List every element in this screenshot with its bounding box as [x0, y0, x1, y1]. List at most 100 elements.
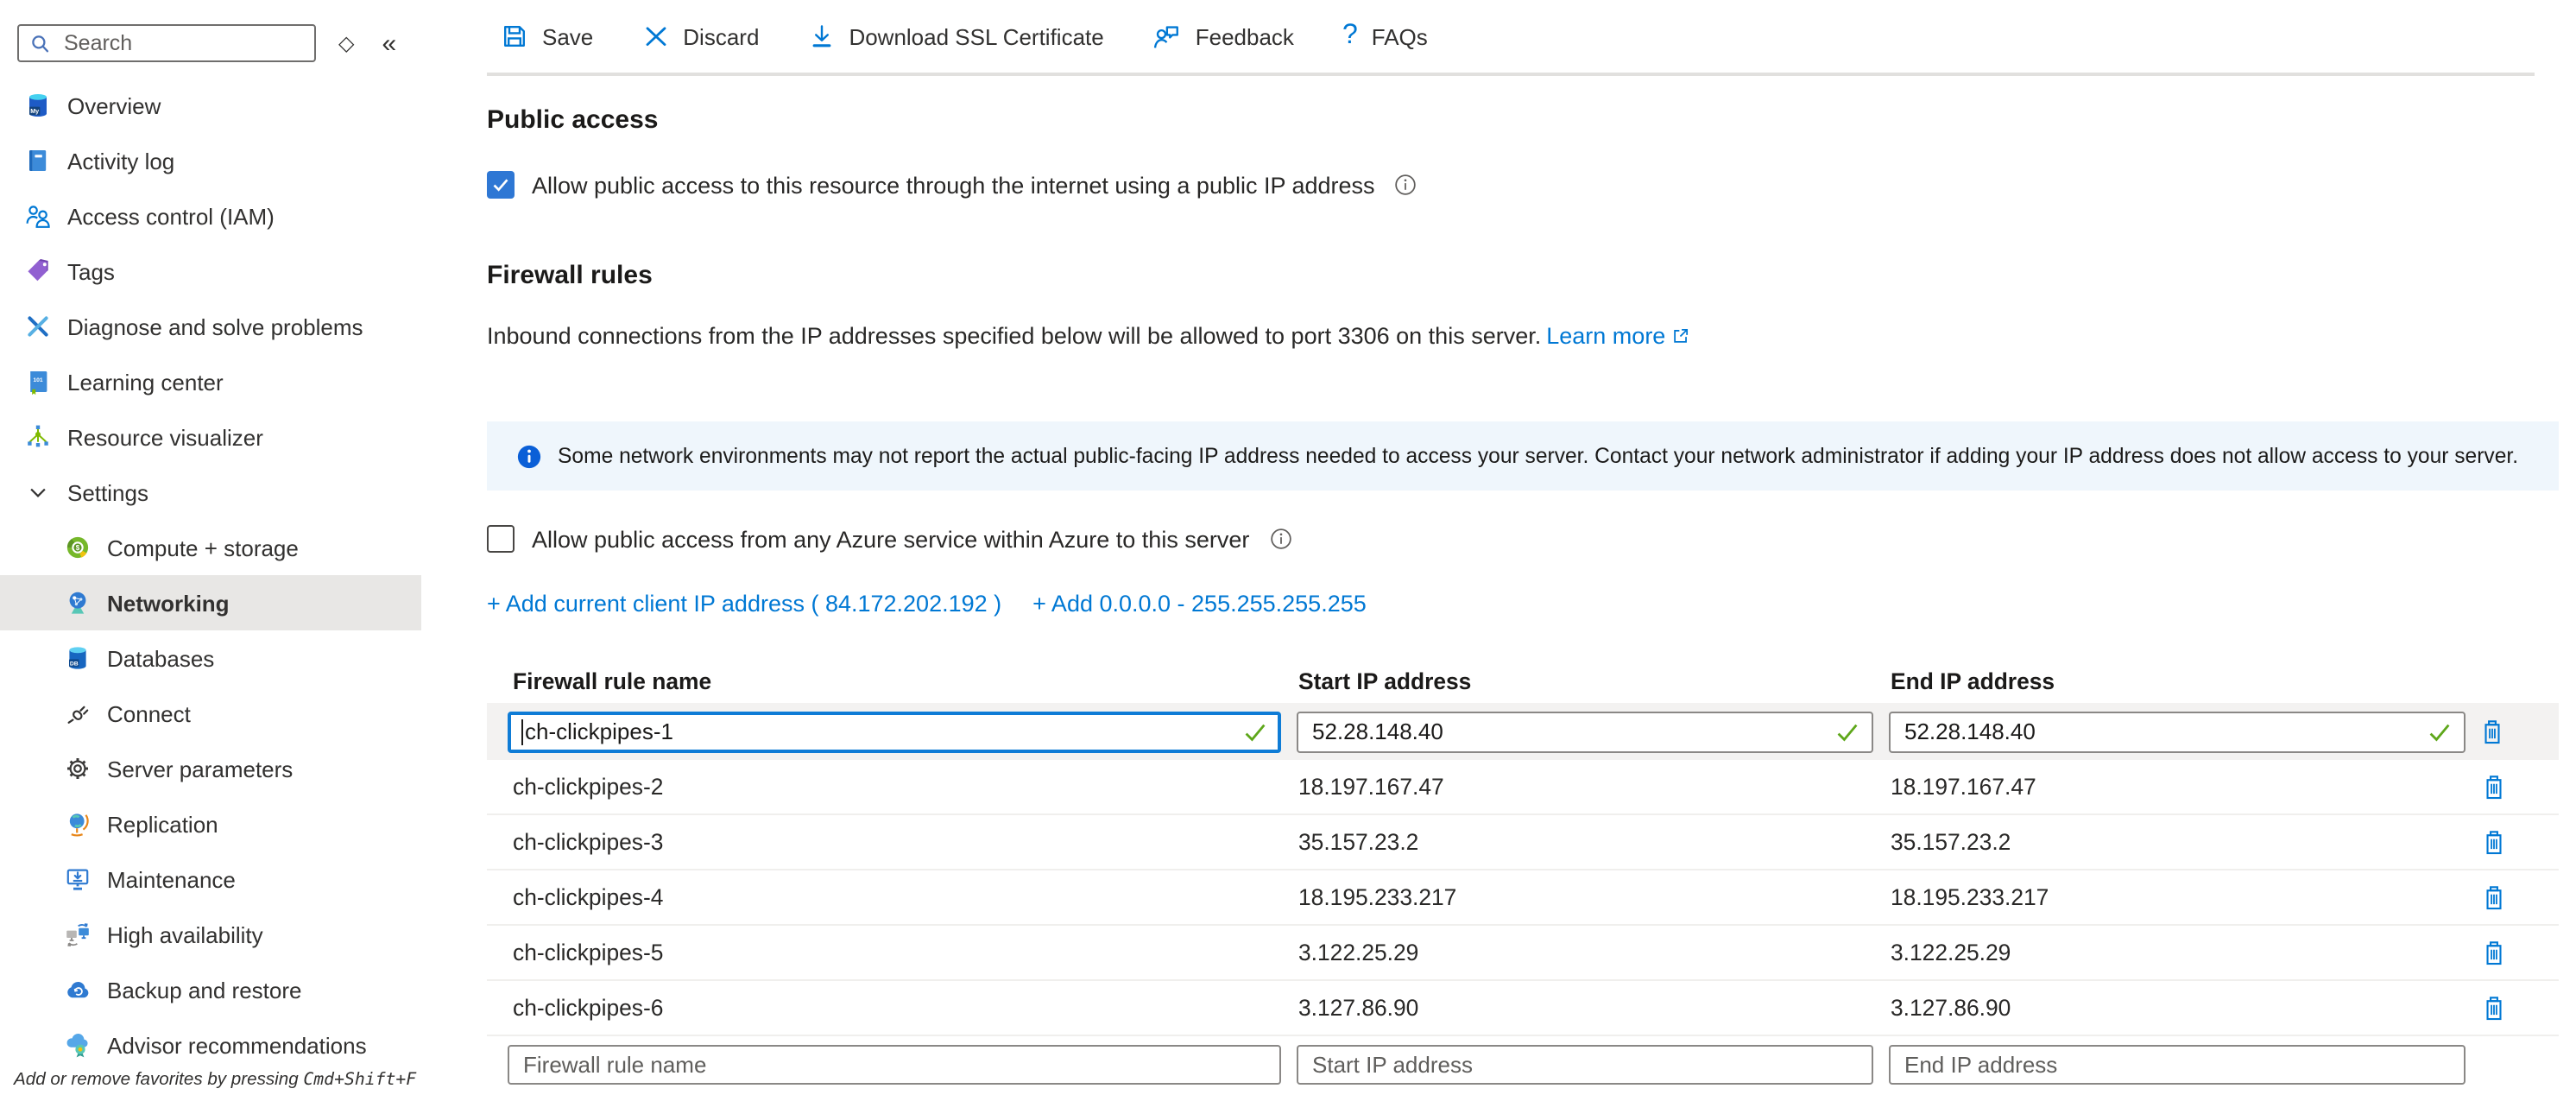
firewall-rule-name-input[interactable] — [508, 711, 1281, 752]
azure-services-checkbox-label: Allow public access from any Azure servi… — [532, 526, 1249, 552]
sidebar-item-compute-storage[interactable]: $ Compute + storage — [0, 520, 421, 575]
table-row: ch-clickpipes-4 18.195.233.217 18.195.23… — [487, 870, 2559, 926]
server-parameters-icon — [64, 755, 92, 782]
delete-rule-button[interactable] — [2483, 883, 2507, 911]
sidebar-item-label: High availability — [107, 921, 263, 947]
sidebar-item-label: Resource visualizer — [67, 424, 263, 450]
access-control-icon — [24, 202, 52, 230]
sidebar-item-networking[interactable]: Networking — [0, 575, 421, 630]
valid-check-icon — [2428, 719, 2452, 744]
sidebar-item-label: Databases — [107, 645, 214, 671]
sidebar-item-diagnose[interactable]: Diagnose and solve problems — [0, 299, 421, 354]
sidebar-item-maintenance[interactable]: Maintenance — [0, 851, 421, 907]
backup-restore-icon — [64, 976, 92, 1003]
new-start-ip-input[interactable] — [1297, 1045, 1873, 1085]
end-ip-cell: 3.127.86.90 — [1891, 995, 2467, 1021]
activity-log-icon — [24, 147, 52, 174]
add-client-ip-link[interactable]: + Add current client IP address ( 84.172… — [487, 591, 1001, 617]
sidebar-item-access-control[interactable]: Access control (IAM) — [0, 188, 421, 244]
compute-storage-icon: $ — [64, 534, 92, 561]
maintenance-icon — [64, 865, 92, 893]
delete-rule-button[interactable] — [2483, 939, 2507, 966]
search-input[interactable] — [60, 29, 304, 57]
save-label: Save — [542, 23, 593, 49]
azure-services-checkbox[interactable] — [487, 525, 515, 553]
discard-button[interactable]: Discard — [641, 22, 759, 50]
info-icon[interactable] — [1394, 173, 1418, 197]
sidebar-item-databases[interactable]: DB Databases — [0, 630, 421, 686]
sidebar-item-advisor-recommendations[interactable]: Advisor recommendations — [0, 1017, 421, 1073]
sidebar-item-label: Backup and restore — [107, 977, 301, 1003]
table-header-row: Firewall rule name Start IP address End … — [487, 658, 2559, 703]
sidebar-item-label: Server parameters — [107, 756, 293, 782]
favorites-hint: Add or remove favorites by pressing Cmd+… — [14, 1071, 416, 1090]
new-firewall-rule-name-input[interactable] — [508, 1045, 1281, 1085]
delete-rule-button[interactable] — [2481, 718, 2505, 745]
start-ip-cell: 3.122.25.29 — [1298, 940, 1875, 965]
rule-name-cell: ch-clickpipes-6 — [513, 995, 1283, 1021]
sidebar-nav: My Overview Activity log Access control … — [0, 78, 421, 1073]
delete-rule-button[interactable] — [2483, 994, 2507, 1022]
learn-more-link[interactable]: Learn more — [1546, 323, 1665, 349]
command-bar: Save Discard Download SSL Certificate Fe… — [501, 0, 1476, 73]
info-filled-icon — [516, 443, 542, 469]
start-ip-cell: 18.195.233.217 — [1298, 884, 1875, 910]
connect-icon — [64, 699, 92, 727]
add-all-range-link[interactable]: + Add 0.0.0.0 - 255.255.255.255 — [1032, 591, 1367, 617]
public-access-checkbox-label: Allow public access to this resource thr… — [532, 172, 1375, 198]
search-box[interactable] — [17, 24, 316, 62]
question-mark-icon: ? — [1342, 22, 1358, 50]
delete-rule-button[interactable] — [2483, 828, 2507, 856]
table-row-new — [487, 1045, 2559, 1085]
public-access-heading: Public access — [487, 105, 2559, 135]
sidebar-item-tags[interactable]: Tags — [0, 244, 421, 299]
download-ssl-certificate-button[interactable]: Download SSL Certificate — [807, 22, 1103, 50]
sidebar-item-learning-center[interactable]: 101 Learning center — [0, 354, 421, 409]
sidebar-item-resource-visualizer[interactable]: Resource visualizer — [0, 409, 421, 465]
sidebar-item-high-availability[interactable]: High availability — [0, 907, 421, 962]
save-button[interactable]: Save — [501, 22, 593, 50]
pin-icon[interactable]: ◇ — [338, 31, 354, 55]
start-ip-input[interactable] — [1297, 711, 1873, 752]
sidebar-item-overview[interactable]: My Overview — [0, 78, 421, 133]
valid-check-icon — [1243, 719, 1267, 744]
learning-center-icon: 101 — [24, 368, 52, 396]
end-ip-input[interactable] — [1889, 711, 2466, 752]
info-icon[interactable] — [1268, 527, 1292, 551]
firewall-rules-table: Firewall rule name Start IP address End … — [487, 658, 2559, 1085]
sidebar-item-label: Overview — [67, 92, 161, 118]
network-info-banner-text: Some network environments may not report… — [558, 444, 2518, 468]
feedback-button[interactable]: Feedback — [1152, 22, 1294, 51]
sidebar-item-label: Replication — [107, 811, 218, 837]
public-access-checkbox[interactable] — [487, 171, 515, 199]
text-cursor — [521, 718, 523, 744]
chevron-down-icon — [24, 478, 52, 506]
column-header-start-ip: Start IP address — [1298, 668, 1875, 693]
sidebar-item-label: Advisor recommendations — [107, 1032, 367, 1058]
collapse-sidebar-icon[interactable]: « — [382, 30, 396, 56]
download-icon — [807, 22, 835, 50]
column-header-rule-name: Firewall rule name — [513, 668, 1283, 693]
sidebar-item-backup-restore[interactable]: Backup and restore — [0, 962, 421, 1017]
sidebar-search-row: ◇ « — [17, 24, 421, 62]
sidebar-item-activity-log[interactable]: Activity log — [0, 133, 421, 188]
start-ip-cell: 3.127.86.90 — [1298, 995, 1875, 1021]
sidebar-item-server-parameters[interactable]: Server parameters — [0, 741, 421, 796]
firewall-rules-description-text: Inbound connections from the IP addresse… — [487, 323, 1541, 349]
external-link-icon — [1670, 325, 1689, 352]
new-end-ip-input[interactable] — [1889, 1045, 2466, 1085]
sidebar-item-connect[interactable]: Connect — [0, 686, 421, 741]
faqs-button[interactable]: ? FAQs — [1342, 22, 1428, 50]
sidebar-item-label: Maintenance — [107, 866, 236, 892]
sidebar-item-replication[interactable]: Replication — [0, 796, 421, 851]
end-ip-cell: 18.195.233.217 — [1891, 884, 2467, 910]
networking-content: Public access Allow public access to thi… — [487, 76, 2559, 1085]
sidebar-group-settings[interactable]: Settings — [0, 465, 421, 520]
add-ip-links-row: + Add current client IP address ( 84.172… — [487, 591, 2559, 617]
delete-rule-button[interactable] — [2483, 773, 2507, 801]
firewall-rules-description: Inbound connections from the IP addresse… — [487, 323, 2559, 352]
rule-name-cell: ch-clickpipes-4 — [513, 884, 1283, 910]
svg-text:DB: DB — [70, 661, 79, 667]
discard-icon — [641, 22, 669, 50]
end-ip-cell: 35.157.23.2 — [1891, 829, 2467, 855]
